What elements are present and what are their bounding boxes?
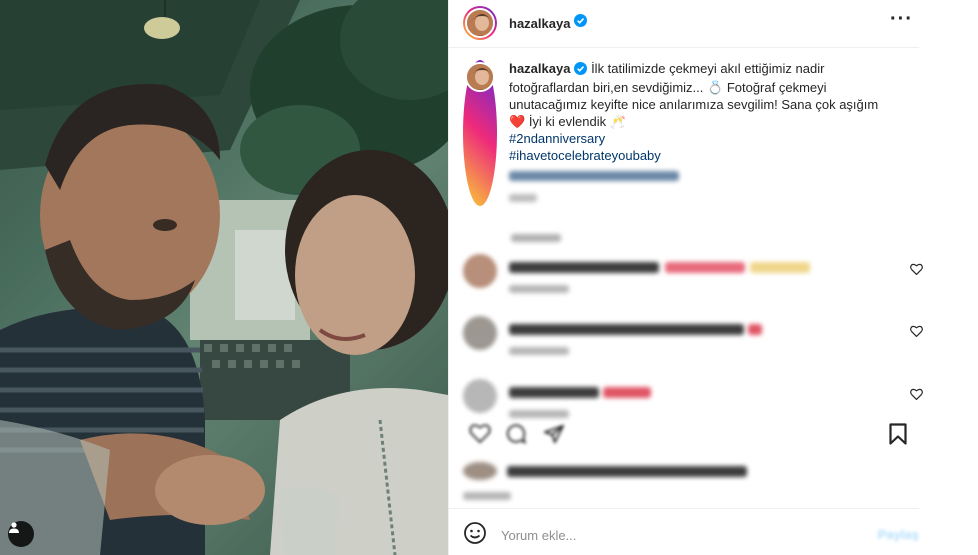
hashtag-2ndanniversary[interactable]: #2ndanniversary [509,130,889,147]
comment-avatar[interactable] [463,254,497,288]
comment-input[interactable] [501,527,831,543]
cheers-emoji-icon: 🥂 [609,114,626,129]
comment-bubble-icon[interactable] [505,423,527,450]
avatar[interactable] [463,6,497,40]
paper-plane-icon[interactable] [543,423,565,450]
heart-outline-icon[interactable] [910,262,923,280]
blurred-caption-line [509,168,889,185]
comment-item [463,254,923,294]
instagram-post-view: hazalkaya ··· hazalkaya İlk tatilimizde … [0,0,978,555]
heart-outline-icon[interactable] [910,324,923,342]
comment-text [509,260,810,278]
couple-photo-illustration [0,0,448,555]
verified-badge-icon [574,14,588,32]
post-comment-button[interactable]: Paylaş [878,527,919,542]
caption-timestamp [511,229,561,247]
ring-emoji-icon: 💍 [707,80,724,95]
comment-avatar[interactable] [463,316,497,350]
heart-outline-icon[interactable] [469,423,491,448]
comment-text [509,385,652,403]
header-username[interactable]: hazalkaya [509,16,570,31]
comment-item [463,316,923,356]
comment-meta [509,342,569,360]
heart-outline-icon[interactable] [910,387,923,405]
post-timestamp [463,487,511,505]
red-heart-emoji-icon: ❤️ [509,114,526,129]
footer-divider [449,508,919,509]
bookmark-icon[interactable] [889,423,907,450]
likes-summary[interactable] [463,462,923,482]
action-bar [463,423,923,449]
caption-username[interactable]: hazalkaya [509,61,570,76]
header-divider [449,47,919,48]
emoji-smile-icon[interactable] [463,521,487,550]
post-header: hazalkaya ··· [449,0,978,46]
caption-line-3: İyi ki evlendik [528,114,607,129]
user-tag-icon[interactable] [8,521,34,547]
caption-block: hazalkaya İlk tatilimizde çekmeyi akıl e… [463,60,903,206]
blurred-caption-meta [509,189,889,206]
post-details-panel: hazalkaya ··· hazalkaya İlk tatilimizde … [448,0,978,555]
post-photo[interactable] [0,0,448,555]
comment-meta [509,405,569,423]
caption-text: hazalkaya İlk tatilimizde çekmeyi akıl e… [509,60,889,206]
hashtag-ihavetocelebrateyoubaby[interactable]: #ihavetocelebrateyoubaby [509,147,889,164]
comment-text [509,322,763,340]
add-comment-bar: Paylaş [463,520,923,550]
comment-meta [509,280,569,298]
more-options-icon[interactable]: ··· [890,8,913,31]
comment-avatar[interactable] [463,379,497,413]
verified-badge-icon [574,62,588,79]
comment-item [463,379,923,419]
avatar[interactable] [463,60,497,206]
